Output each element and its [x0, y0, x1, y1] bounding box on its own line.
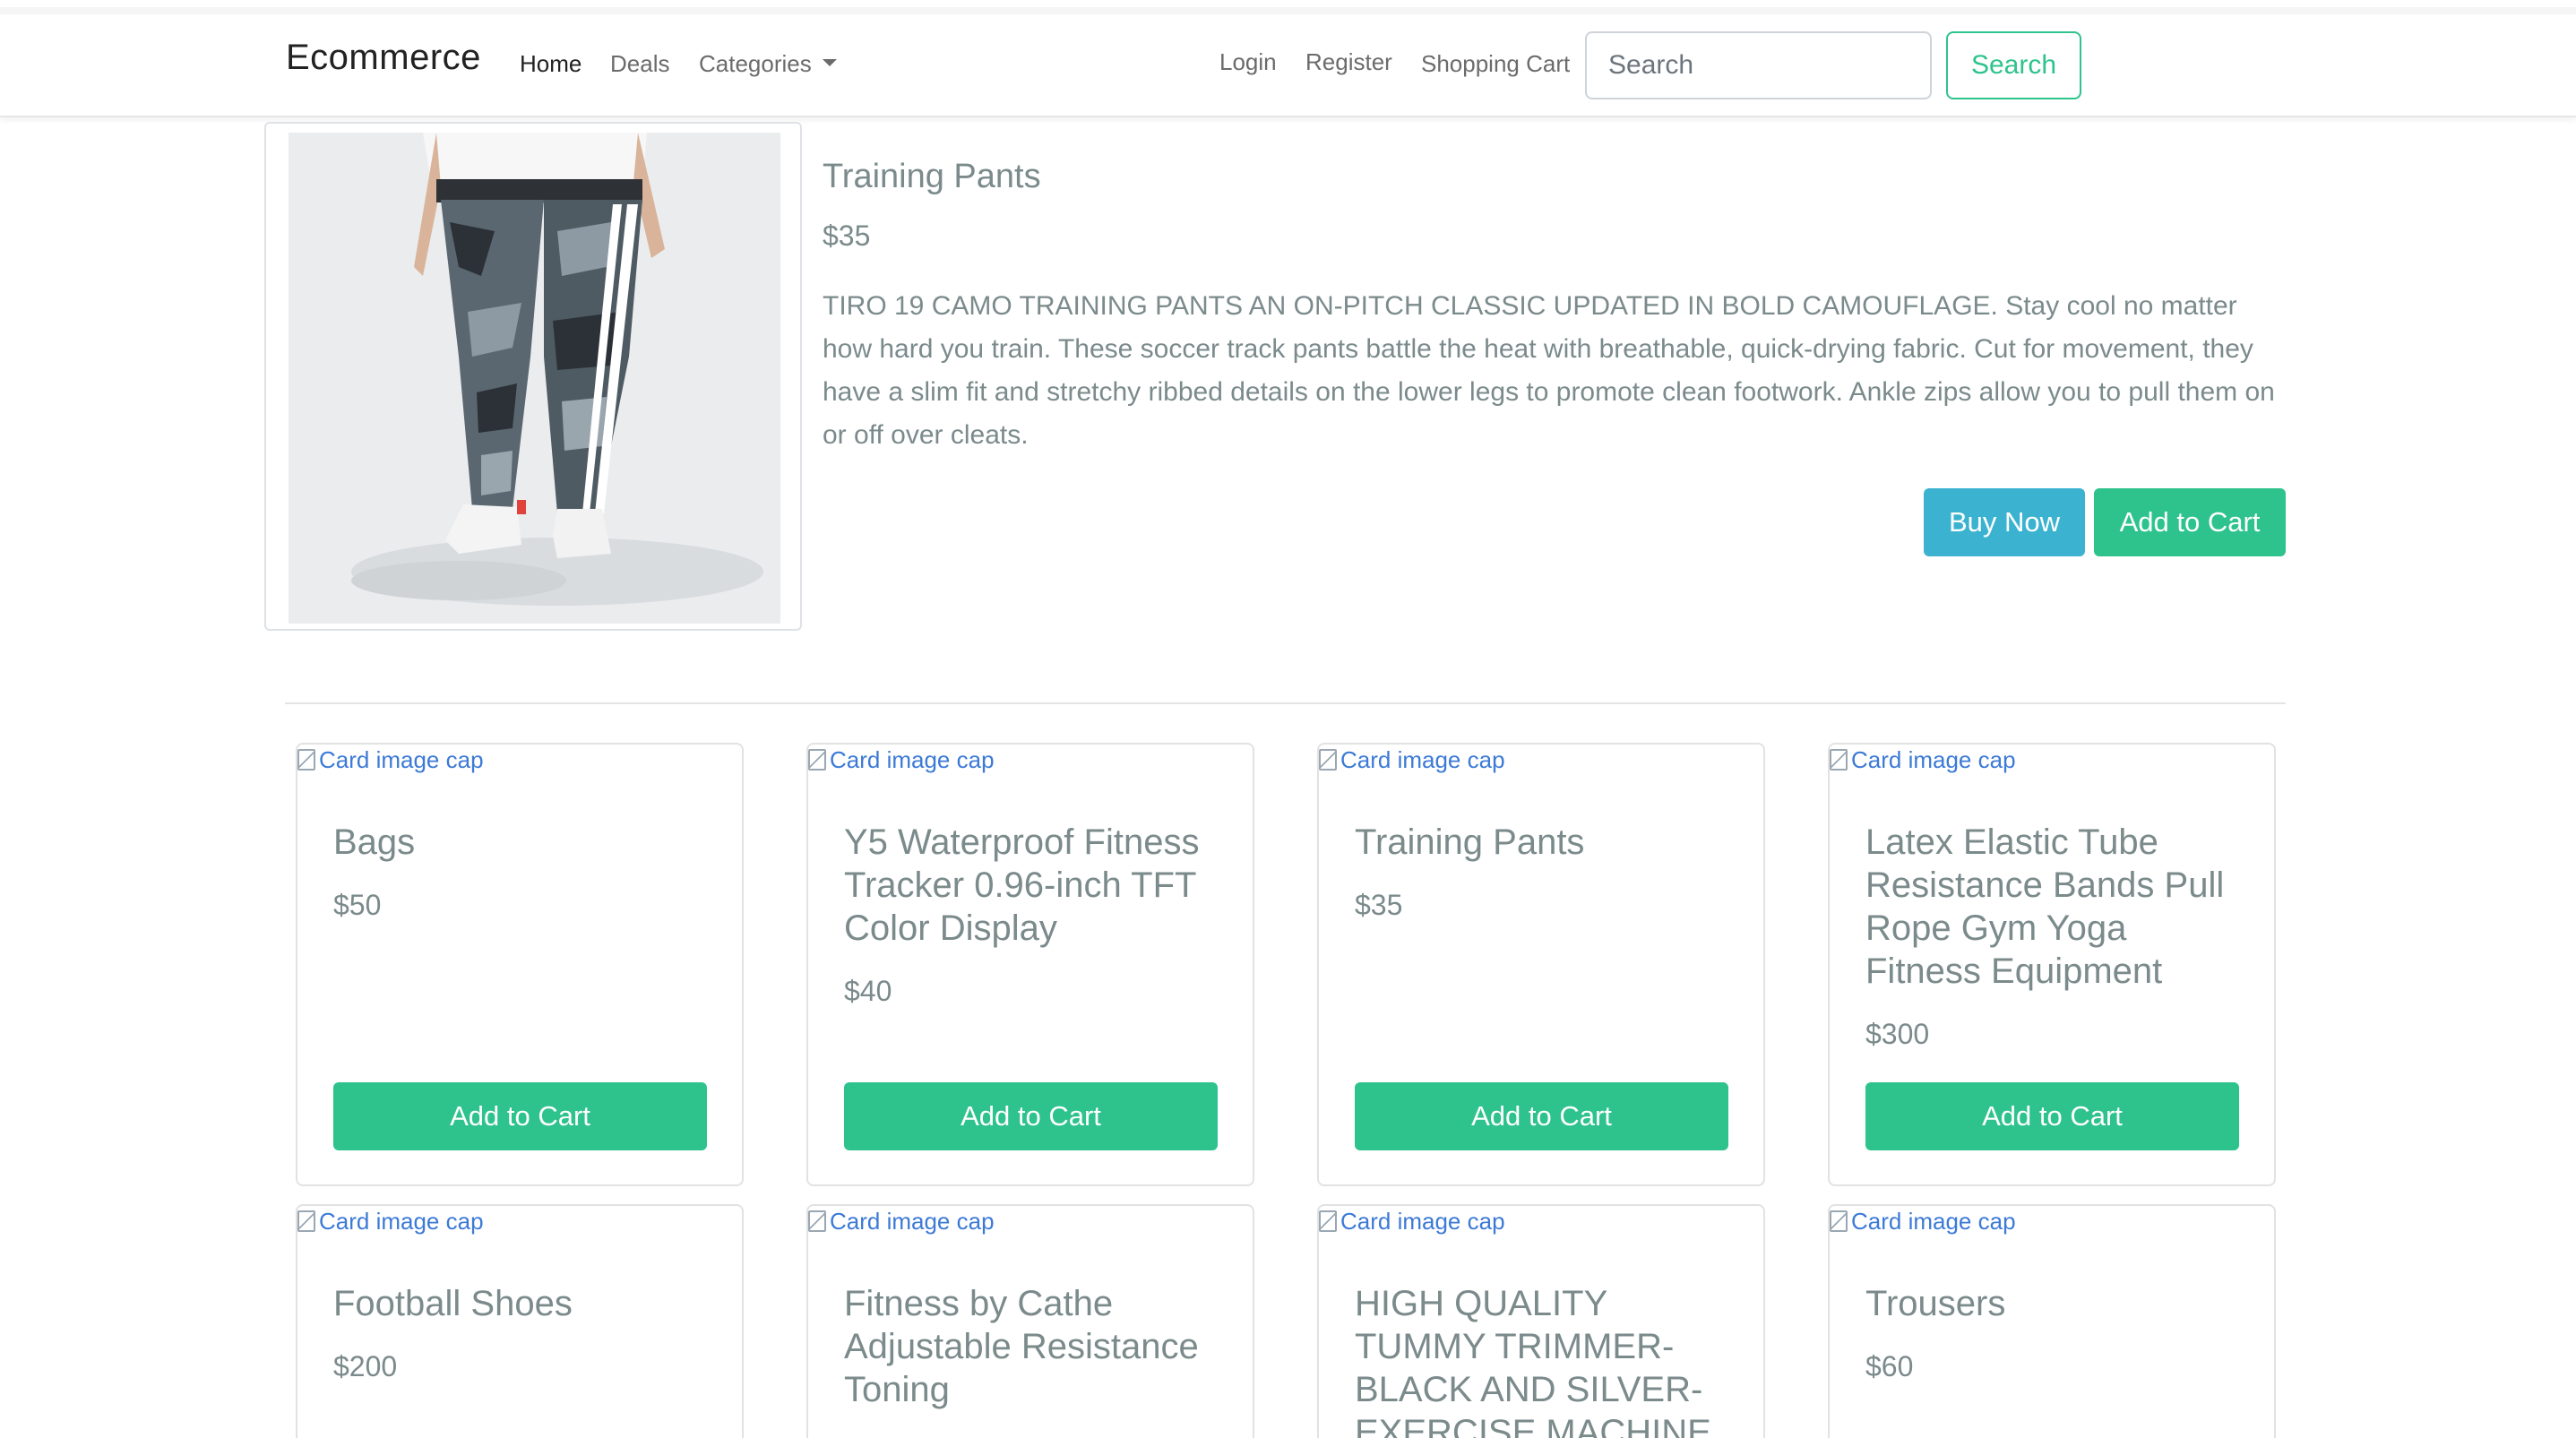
broken-image-icon	[1319, 1210, 1337, 1232]
image-alt-text: Card image cap	[830, 1208, 995, 1235]
product-card: Card image cap HIGH QUALITY TUMMY TRIMME…	[1317, 1204, 1765, 1438]
product-image[interactable]: Card image cap	[297, 746, 484, 774]
training-pants-photo	[289, 133, 780, 624]
product-price: $50	[333, 889, 382, 921]
featured-add-to-cart-button[interactable]: Add to Cart	[2094, 488, 2286, 556]
product-title: Y5 Waterproof Fitness Tracker 0.96-inch …	[844, 822, 1200, 948]
add-to-cart-button[interactable]: Add to Cart	[844, 1082, 1218, 1150]
featured-image-frame	[264, 122, 802, 631]
image-alt-text: Card image cap	[319, 1208, 484, 1235]
product-title: Football Shoes	[333, 1284, 573, 1323]
product-title: Fitness by Cathe Adjustable Resistance T…	[844, 1284, 1199, 1409]
image-alt-text: Card image cap	[319, 746, 484, 773]
product-image[interactable]: Card image cap	[1319, 1208, 1505, 1236]
product-title: Trousers	[1865, 1284, 2006, 1323]
broken-image-icon	[1830, 1210, 1848, 1232]
broken-image-icon	[808, 749, 826, 771]
page: Ecommerce Home Deals Categories Login Re…	[0, 0, 2576, 1438]
product-card: Card image cap Latex Elastic Tube Resist…	[1828, 743, 2276, 1186]
product-card: Card image cap Fitness by Cathe Adjustab…	[806, 1204, 1254, 1438]
featured-product-price: $35	[823, 220, 871, 252]
brand-logo[interactable]: Ecommerce	[286, 39, 481, 75]
image-alt-text: Card image cap	[1340, 1208, 1505, 1235]
product-price: $40	[844, 975, 892, 1007]
product-price: $35	[1355, 889, 1403, 921]
product-title: Latex Elastic Tube Resistance Bands Pull…	[1865, 822, 2225, 991]
broken-image-icon	[297, 1210, 315, 1232]
product-card: Card image cap Bags $50 Add to Cart	[296, 743, 744, 1186]
product-image[interactable]: Card image cap	[1319, 746, 1505, 774]
product-image[interactable]: Card image cap	[1830, 746, 2016, 774]
featured-product-description: TIRO 19 CAMO TRAINING PANTS AN ON-PITCH …	[823, 291, 2275, 450]
add-to-cart-button[interactable]: Add to Cart	[1865, 1082, 2239, 1150]
product-price: $60	[1865, 1350, 1914, 1382]
product-image[interactable]: Card image cap	[297, 1208, 484, 1236]
add-to-cart-button[interactable]: Add to Cart	[333, 1082, 707, 1150]
nav-categories-label: Categories	[699, 50, 812, 77]
nav-deals-link[interactable]: Deals	[610, 52, 669, 75]
featured-product-image[interactable]	[289, 133, 780, 624]
buy-now-button[interactable]: Buy Now	[1924, 488, 2085, 556]
image-alt-text: Card image cap	[830, 746, 995, 773]
featured-product-title: Training Pants	[823, 158, 1041, 195]
nav-categories-dropdown[interactable]: Categories	[699, 52, 837, 75]
nav-shopping-cart-link[interactable]: Shopping Cart	[1421, 52, 1570, 75]
product-image[interactable]: Card image cap	[1830, 1208, 2016, 1236]
navbar: Ecommerce Home Deals Categories Login Re…	[0, 14, 2576, 117]
chevron-down-icon	[822, 59, 837, 66]
product-title: Training Pants	[1355, 822, 1585, 862]
nav-home-link[interactable]: Home	[520, 52, 582, 75]
product-title: HIGH QUALITY TUMMY TRIMMER-BLACK AND SIL…	[1355, 1284, 1711, 1438]
product-image[interactable]: Card image cap	[808, 746, 995, 774]
add-to-cart-button[interactable]: Add to Cart	[1355, 1082, 1728, 1150]
product-image[interactable]: Card image cap	[808, 1208, 995, 1236]
product-price: $300	[1865, 1018, 1930, 1050]
broken-image-icon	[1319, 749, 1337, 771]
product-card: Card image cap Trousers $60	[1828, 1204, 2276, 1438]
nav-register-link[interactable]: Register	[1305, 50, 1392, 73]
product-title: Bags	[333, 822, 416, 862]
product-card: Card image cap Training Pants $35 Add to…	[1317, 743, 1765, 1186]
search-button[interactable]: Search	[1946, 31, 2081, 99]
image-alt-text: Card image cap	[1340, 746, 1505, 773]
product-card: Card image cap Y5 Waterproof Fitness Tra…	[806, 743, 1254, 1186]
product-card: Card image cap Football Shoes $200	[296, 1204, 744, 1438]
broken-image-icon	[1830, 749, 1848, 771]
nav-login-link[interactable]: Login	[1219, 50, 1277, 73]
broken-image-icon	[297, 749, 315, 771]
section-divider	[285, 702, 2286, 704]
product-price: $200	[333, 1350, 398, 1382]
image-alt-text: Card image cap	[1851, 1208, 2016, 1235]
broken-image-icon	[808, 1210, 826, 1232]
search-input[interactable]	[1585, 31, 1932, 99]
image-alt-text: Card image cap	[1851, 746, 2016, 773]
